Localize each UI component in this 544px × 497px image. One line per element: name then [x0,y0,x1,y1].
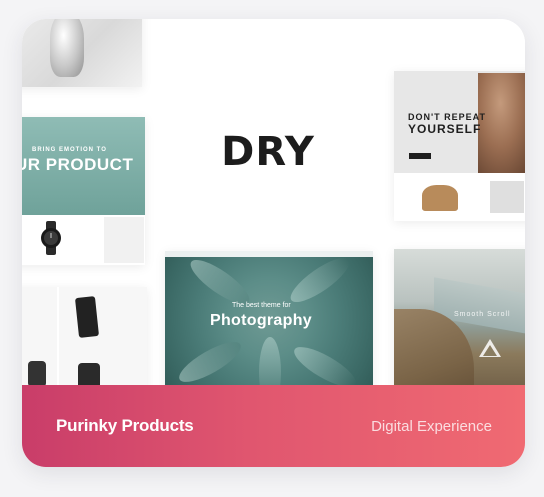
coast-tile: Smooth Scroll [394,249,525,385]
product-tagline: BRING EMOTION TO [32,147,107,153]
project-name[interactable]: Purinky Products [56,416,194,436]
tile-divider [57,287,59,385]
photo-topbar [165,251,373,257]
dont-repeat-line2: YOURSELF [408,122,482,136]
dont-repeat-tile: DON'T REPEAT YOURSELF [394,71,525,221]
photo-headline: Photography [210,312,312,329]
deer-thumbnail [422,185,458,211]
center-logo: DRY [221,129,315,175]
petal-shape [259,337,281,385]
portrait-photo [478,73,525,173]
portfolio-thumbnail[interactable]: BRING EMOTION TO UR PRODUCT DRY DON'T RE… [22,19,525,385]
device-thumbnail [490,181,524,213]
petal-shape [285,251,355,310]
mini-button [409,153,431,159]
project-category: Digital Experience [371,417,492,435]
watch-icon [41,221,61,255]
accessories-tile [22,287,147,385]
petal-shape [174,334,246,385]
coast-caption: Smooth Scroll [454,311,511,318]
product-headline: UR PRODUCT [22,155,134,174]
sculpture-figure [50,19,84,77]
petal-shape [289,339,361,385]
photo-tagline: The best theme for [232,302,291,309]
phone-thumbnail [74,296,100,338]
accessory-thumbnail [78,363,100,385]
product-cell [104,217,144,263]
accessory-thumbnail [28,361,46,385]
photography-tile: The best theme for Photography [165,251,373,385]
sculpture-tile [22,19,142,87]
portfolio-card[interactable]: BRING EMOTION TO UR PRODUCT DRY DON'T RE… [22,19,525,467]
triangle-logo-inner [483,345,497,356]
product-tile: BRING EMOTION TO UR PRODUCT [22,117,145,265]
card-footer[interactable]: Purinky Products Digital Experience [22,385,525,467]
